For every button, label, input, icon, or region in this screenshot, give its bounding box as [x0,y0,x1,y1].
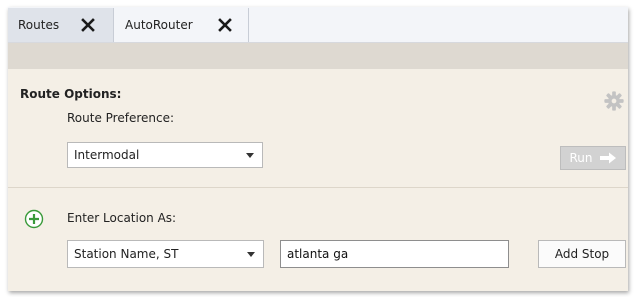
run-button-label: Run [569,151,593,165]
tab-routes-label: Routes [18,18,60,32]
close-icon[interactable] [217,17,233,33]
enter-location-label: Enter Location As: [67,211,177,225]
chevron-down-icon [246,153,254,158]
arrow-right-icon [599,152,616,164]
autorouter-panel: Routes AutoRouter Route Options: Route P… [8,7,628,291]
close-icon[interactable] [80,17,96,33]
toolbar-strip [8,43,628,69]
route-preference-value: Intermodal [74,148,140,162]
section-divider [8,187,628,188]
run-button[interactable]: Run [560,146,626,170]
location-format-select[interactable]: Station Name, ST [67,240,264,268]
route-preference-label: Route Preference: [67,111,175,125]
location-format-value: Station Name, ST [74,247,179,261]
tab-routes[interactable]: Routes [8,8,114,42]
route-preference-select[interactable]: Intermodal [67,142,263,168]
tab-strip: Routes AutoRouter [8,7,628,43]
gear-icon[interactable] [603,90,625,112]
location-input[interactable] [280,240,509,268]
add-stop-button[interactable]: Add Stop [538,240,626,268]
plus-circle-icon[interactable] [24,209,44,229]
tab-autorouter-label: AutoRouter [125,18,193,32]
chevron-down-icon [247,252,255,257]
tab-autorouter[interactable]: AutoRouter [115,8,249,42]
route-options-title: Route Options: [20,87,122,101]
